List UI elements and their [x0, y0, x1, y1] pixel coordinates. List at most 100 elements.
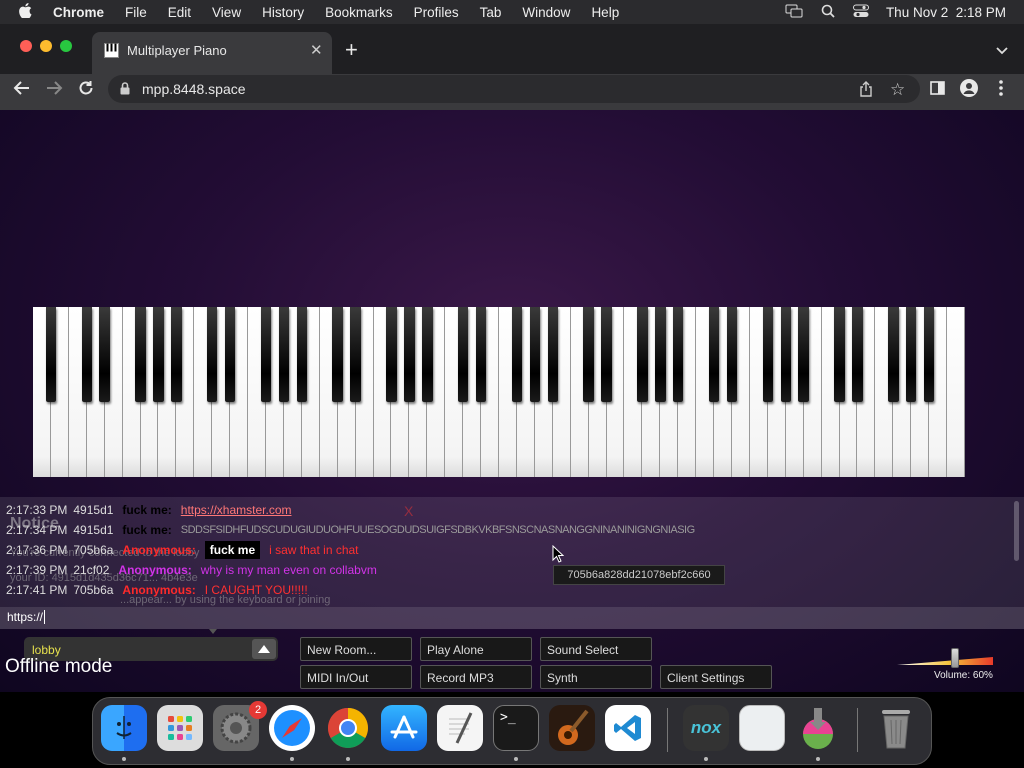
black-key[interactable] — [655, 307, 666, 402]
black-key[interactable] — [99, 307, 110, 402]
black-key[interactable] — [81, 307, 92, 402]
black-key[interactable] — [601, 307, 612, 402]
bookmark-star-icon[interactable]: ☆ — [890, 80, 905, 100]
apple-icon[interactable] — [19, 3, 32, 21]
black-key[interactable] — [224, 307, 236, 402]
black-key[interactable] — [673, 307, 684, 402]
black-key[interactable] — [888, 307, 899, 402]
preview-icon[interactable] — [739, 705, 785, 751]
black-key[interactable] — [511, 307, 523, 402]
black-key[interactable] — [762, 307, 774, 402]
reload-icon[interactable] — [78, 80, 94, 101]
record-mp3-button[interactable]: Record MP3 — [420, 665, 532, 689]
finder-icon[interactable] — [101, 705, 147, 751]
menu-tab[interactable]: Tab — [480, 5, 502, 20]
menu-help[interactable]: Help — [591, 5, 619, 20]
menu-history[interactable]: History — [262, 5, 304, 20]
chat-username[interactable]: Anonymous: — [122, 583, 195, 597]
system-settings-icon[interactable]: 2 — [213, 701, 267, 751]
menu-app-name[interactable]: Chrome — [53, 5, 104, 20]
tab-search-chevron-icon[interactable] — [996, 42, 1008, 60]
black-key[interactable] — [278, 307, 290, 402]
menu-bookmarks[interactable]: Bookmarks — [325, 5, 393, 20]
black-key[interactable] — [386, 307, 397, 402]
black-key[interactable] — [923, 307, 935, 402]
piano-keyboard[interactable] — [33, 307, 965, 477]
black-key[interactable] — [708, 307, 720, 402]
zoom-window-button[interactable] — [60, 40, 72, 52]
close-tab-icon[interactable]: ✕ — [310, 41, 323, 59]
black-key[interactable] — [153, 307, 164, 402]
volume-slider[interactable]: Volume: 60% — [895, 643, 995, 683]
side-panel-icon[interactable] — [930, 81, 945, 100]
midi-button[interactable]: MIDI In/Out — [300, 665, 412, 689]
vscode-icon[interactable] — [605, 705, 651, 751]
trash-icon[interactable] — [873, 705, 919, 751]
chat-username[interactable]: fuck me: — [122, 503, 171, 517]
minimize-window-button[interactable] — [40, 40, 52, 52]
menubar-clock[interactable]: Thu Nov 2 2:18 PM — [886, 5, 1006, 20]
menu-profiles[interactable]: Profiles — [414, 5, 459, 20]
spotlight-search-icon[interactable] — [821, 4, 835, 21]
room-expand-button[interactable] — [252, 639, 276, 659]
black-key[interactable] — [457, 307, 469, 402]
close-window-button[interactable] — [20, 40, 32, 52]
browser-menu-icon[interactable] — [999, 80, 1003, 101]
control-center-icon[interactable] — [852, 4, 869, 21]
black-key[interactable] — [637, 307, 648, 402]
black-key[interactable] — [547, 307, 558, 402]
chat-scrollbar[interactable] — [1014, 501, 1019, 561]
installer-icon[interactable] — [795, 705, 841, 751]
chat-username[interactable]: Anonymous: — [122, 543, 195, 557]
black-key[interactable] — [45, 307, 57, 402]
notice-close-button[interactable]: X — [404, 503, 413, 519]
chat-input[interactable]: https:// — [0, 607, 1024, 629]
chat-username[interactable]: Anonymous: — [118, 563, 191, 577]
launchpad-icon[interactable] — [157, 705, 203, 751]
chat-user-id[interactable]: 4915d1 — [73, 503, 113, 517]
menu-edit[interactable]: Edit — [168, 5, 191, 20]
menu-window[interactable]: Window — [522, 5, 570, 20]
chat-link[interactable]: https://xhamster.com — [181, 503, 292, 517]
nox-icon[interactable]: nox — [683, 705, 729, 751]
chat-username[interactable]: fuck me: — [122, 523, 171, 537]
back-icon[interactable] — [13, 80, 31, 101]
garageband-icon[interactable] — [549, 705, 595, 751]
play-alone-button[interactable]: Play Alone — [420, 637, 532, 661]
safari-icon[interactable] — [269, 705, 315, 751]
menu-file[interactable]: File — [125, 5, 147, 20]
new-room-button[interactable]: New Room... — [300, 637, 412, 661]
address-bar[interactable]: mpp.8448.space ☆ — [108, 75, 920, 103]
forward-icon[interactable] — [45, 80, 63, 101]
black-key[interactable] — [852, 307, 863, 402]
screen-mirroring-icon[interactable] — [785, 4, 803, 21]
black-key[interactable] — [529, 307, 541, 402]
black-key[interactable] — [350, 307, 361, 402]
chat-user-id[interactable]: 705b6a — [73, 543, 113, 557]
black-key[interactable] — [135, 307, 146, 402]
chat-user-id[interactable]: 4915d1 — [73, 523, 113, 537]
black-key[interactable] — [207, 307, 218, 402]
chrome-icon[interactable] — [325, 705, 371, 751]
black-key[interactable] — [475, 307, 487, 402]
black-key[interactable] — [422, 307, 433, 402]
chat-user-id[interactable]: 21cf02 — [73, 563, 109, 577]
white-key[interactable] — [947, 307, 965, 477]
menu-view[interactable]: View — [212, 5, 241, 20]
share-icon[interactable] — [859, 81, 873, 100]
black-key[interactable] — [906, 307, 917, 402]
textedit-icon[interactable] — [437, 705, 483, 751]
chat-user-id[interactable]: 705b6a — [73, 583, 113, 597]
black-key[interactable] — [260, 307, 272, 402]
lock-icon[interactable] — [120, 82, 130, 98]
volume-knob[interactable] — [951, 648, 959, 668]
black-key[interactable] — [404, 307, 415, 402]
browser-tab[interactable]: Multiplayer Piano ✕ — [92, 32, 332, 74]
terminal-icon[interactable]: >_ — [493, 705, 539, 751]
sound-select-button[interactable]: Sound Select — [540, 637, 652, 661]
black-key[interactable] — [171, 307, 182, 402]
app-store-icon[interactable] — [381, 705, 427, 751]
synth-button[interactable]: Synth — [540, 665, 652, 689]
profile-avatar-icon[interactable] — [960, 79, 978, 102]
black-key[interactable] — [726, 307, 738, 402]
